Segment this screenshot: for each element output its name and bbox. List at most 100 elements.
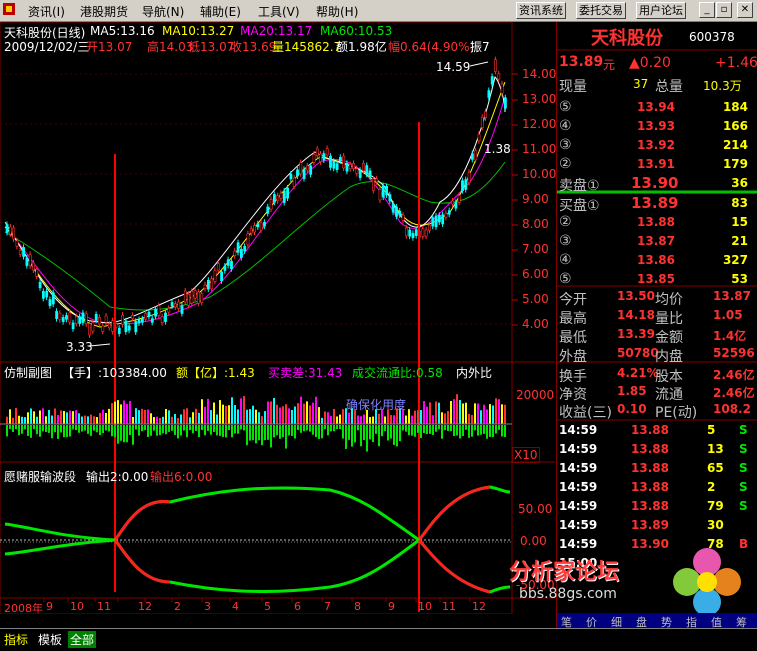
diff-bar bbox=[444, 425, 446, 431]
bid-row: ⑤ 13.85 53 bbox=[557, 270, 757, 288]
minimize-button[interactable]: _ bbox=[699, 2, 715, 18]
diff-bar bbox=[438, 425, 440, 430]
candle-body bbox=[315, 148, 319, 156]
diff-bar bbox=[42, 425, 44, 432]
menu-item-help[interactable]: 帮助(H) bbox=[316, 3, 358, 20]
volume-bar bbox=[372, 416, 374, 424]
candle-body bbox=[362, 163, 365, 171]
price-axis-tick: 8.00 bbox=[522, 217, 549, 231]
candle-body bbox=[18, 250, 22, 255]
order-level: ④ bbox=[559, 252, 572, 268]
tab-template[interactable]: 模板 bbox=[38, 631, 62, 648]
volume-bar bbox=[90, 414, 92, 424]
stat-label: 均价 bbox=[655, 292, 683, 308]
menu-item-hk-futures[interactable]: 港股期货 bbox=[80, 3, 128, 20]
forum-button[interactable]: 用户论坛 bbox=[636, 2, 686, 19]
ma60-label: MA60:10.53 bbox=[320, 24, 393, 38]
volume-bar bbox=[150, 413, 152, 424]
diff-bar bbox=[402, 425, 404, 431]
volume-bar bbox=[216, 414, 218, 424]
diff-bar bbox=[114, 425, 116, 437]
volume-bar bbox=[135, 408, 137, 424]
candle-body bbox=[305, 165, 309, 171]
diff-bar bbox=[426, 425, 428, 435]
order-volume: 327 bbox=[722, 253, 748, 267]
menu-item-info[interactable]: 资讯(I) bbox=[28, 3, 65, 20]
volume-bar bbox=[405, 415, 407, 424]
diff-bar bbox=[171, 425, 173, 431]
info-amplitude: 振7 bbox=[470, 40, 490, 54]
bid-row: ③ 13.87 21 bbox=[557, 232, 757, 250]
restore-button[interactable]: ▫ bbox=[716, 2, 732, 18]
order-volume: 179 bbox=[722, 157, 748, 171]
chart-area[interactable]: 天科股份(日线) MA5:13.16 MA10:13.27 MA20:13.17… bbox=[0, 22, 556, 615]
close-button[interactable]: ✕ bbox=[737, 2, 753, 18]
volume-bar bbox=[93, 416, 95, 424]
diff-bar bbox=[78, 425, 80, 433]
candle-body bbox=[124, 320, 128, 332]
diff-bar bbox=[318, 425, 320, 439]
trade-button[interactable]: 委托交易 bbox=[576, 2, 626, 19]
volume-bar bbox=[480, 410, 482, 424]
diff-bar bbox=[60, 425, 62, 433]
stat-label: 流通 bbox=[655, 387, 683, 403]
candle-body bbox=[276, 195, 280, 202]
volume-bar bbox=[495, 398, 497, 424]
volume-bar bbox=[225, 405, 227, 424]
ask-row: ⑤ 13.94 184 bbox=[557, 98, 757, 116]
candle-body bbox=[58, 312, 62, 321]
tab-all[interactable]: 全部 bbox=[68, 631, 97, 648]
stat-label: PE(动) bbox=[655, 405, 698, 421]
diff-bar bbox=[204, 425, 206, 436]
diff-bar bbox=[273, 425, 275, 438]
volume-bar bbox=[102, 409, 104, 424]
volume-bar bbox=[420, 410, 422, 424]
volume-bar bbox=[186, 408, 188, 424]
diff-bar bbox=[117, 425, 119, 444]
panel-tabs: 笔价细盘势指值筹 bbox=[557, 613, 757, 629]
info-system-button[interactable]: 资讯系统 bbox=[516, 2, 566, 19]
order-volume: 21 bbox=[731, 234, 748, 248]
diff-bar bbox=[462, 425, 464, 436]
diff-bar bbox=[267, 425, 269, 440]
diff-bar bbox=[375, 425, 377, 434]
candle-body bbox=[187, 293, 191, 306]
ask-row: ③ 13.92 214 bbox=[557, 136, 757, 154]
candle-body bbox=[32, 262, 35, 271]
candle-body bbox=[68, 312, 72, 323]
diff-bar bbox=[57, 425, 59, 439]
diff-bar bbox=[6, 425, 8, 437]
candle-body bbox=[35, 269, 39, 277]
stat-value: 13.87 bbox=[713, 289, 751, 303]
tick-price: 13.88 bbox=[631, 442, 669, 456]
tick-side: S bbox=[739, 461, 748, 475]
volume-bar bbox=[474, 403, 476, 424]
diff-bar bbox=[294, 425, 296, 439]
candle-body bbox=[98, 317, 101, 325]
menu-item-navigate[interactable]: 导航(N) bbox=[142, 3, 184, 20]
volume-bar bbox=[198, 412, 200, 424]
date-axis-label: 6 bbox=[294, 600, 301, 613]
volume-bar bbox=[489, 404, 491, 424]
candle-body bbox=[500, 83, 504, 94]
menu-item-tools[interactable]: 工具(V) bbox=[258, 3, 300, 20]
diff-bar bbox=[429, 425, 431, 434]
volume-bars bbox=[6, 394, 506, 452]
candle-body bbox=[342, 155, 346, 169]
volume-bar bbox=[195, 408, 197, 424]
order-price: 13.85 bbox=[637, 272, 675, 286]
diff-bar bbox=[495, 425, 497, 434]
volume-bar bbox=[360, 416, 362, 424]
diff-bar bbox=[162, 425, 164, 434]
candle-body bbox=[325, 148, 329, 156]
diff-bar bbox=[471, 425, 473, 437]
order-level: ⑤ bbox=[559, 271, 572, 287]
candle-body bbox=[75, 316, 78, 324]
menu-item-assist[interactable]: 辅助(E) bbox=[200, 3, 241, 20]
tab-indicator[interactable]: 指标 bbox=[4, 631, 28, 648]
low-price-label: 3.33 bbox=[66, 340, 93, 354]
diff-bar bbox=[423, 425, 425, 434]
candle-body bbox=[253, 225, 257, 233]
candle-body bbox=[401, 214, 405, 221]
tick-time: 14:59 bbox=[559, 499, 598, 513]
